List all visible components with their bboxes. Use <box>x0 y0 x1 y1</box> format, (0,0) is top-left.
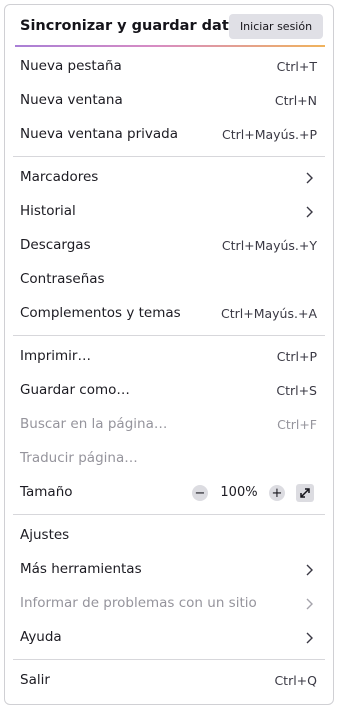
menu-item-shortcut: Ctrl+Q <box>274 673 317 688</box>
sync-header: Sincronizar y guardar datos Iniciar sesi… <box>5 5 333 47</box>
menu-item-shortcut: Ctrl+S <box>276 383 317 398</box>
chevron-right-icon <box>306 206 313 218</box>
menu-item-translate-page: Traducir página… <box>5 442 333 476</box>
menu-item-label: Complementos y temas <box>20 305 181 321</box>
menu-item-find-in-page: Buscar en la página… Ctrl+F <box>5 408 333 442</box>
menu-divider <box>13 156 325 157</box>
menu-item-shortcut: Ctrl+Mayús.+Y <box>221 238 317 253</box>
menu-item-report-site: Informar de problemas con un sitio <box>5 587 333 621</box>
menu-item-shortcut: Ctrl+N <box>274 93 317 108</box>
menu-item-label: Marcadores <box>20 169 99 185</box>
zoom-controls: − 100% + <box>189 483 319 503</box>
fullscreen-icon <box>300 488 310 498</box>
menu-item-label: Guardar como… <box>20 382 130 398</box>
fullscreen-button[interactable] <box>296 484 314 502</box>
menu-item-shortcut: Ctrl+Mayús.+P <box>222 127 317 142</box>
menu-item-label: Nueva ventana privada <box>20 126 179 142</box>
menu-item-label: Imprimir… <box>20 348 91 364</box>
menu-item-shortcut: Ctrl+P <box>276 349 317 364</box>
menu-item-history[interactable]: Historial <box>5 195 333 229</box>
chevron-right-icon <box>306 172 313 184</box>
menu-item-new-window[interactable]: Nueva ventana Ctrl+N <box>5 84 333 118</box>
menu-item-label: Ayuda <box>20 629 62 645</box>
menu-item-help[interactable]: Ayuda <box>5 621 333 655</box>
app-menu-panel: Sincronizar y guardar datos Iniciar sesi… <box>4 4 334 705</box>
sign-in-button[interactable]: Iniciar sesión <box>229 14 323 39</box>
menu-item-exit[interactable]: Salir Ctrl+Q <box>5 664 333 698</box>
menu-item-addons[interactable]: Complementos y temas Ctrl+Mayús.+A <box>5 297 333 331</box>
menu-item-label: Traducir página… <box>20 450 138 466</box>
chevron-right-icon <box>306 564 313 576</box>
menu-divider <box>13 335 325 336</box>
menu-item-label: Contraseñas <box>20 271 105 287</box>
menu-item-label: Salir <box>20 672 50 688</box>
menu-item-bookmarks[interactable]: Marcadores <box>5 161 333 195</box>
menu-item-label: Historial <box>20 203 76 219</box>
chevron-right-icon <box>306 632 313 644</box>
menu-item-label: Nueva pestaña <box>20 58 122 74</box>
menu-item-label: Descargas <box>20 237 91 253</box>
menu-item-settings[interactable]: Ajustes <box>5 519 333 553</box>
menu-item-save-as[interactable]: Guardar como… Ctrl+S <box>5 374 333 408</box>
menu-item-shortcut: Ctrl+T <box>276 59 317 74</box>
menu-item-more-tools[interactable]: Más herramientas <box>5 553 333 587</box>
menu-item-shortcut: Ctrl+F <box>277 417 317 432</box>
menu-item-label: Nueva ventana <box>20 92 123 108</box>
menu-item-print[interactable]: Imprimir… Ctrl+P <box>5 340 333 374</box>
sync-title: Sincronizar y guardar datos <box>20 18 248 34</box>
zoom-out-button[interactable]: − <box>192 485 208 501</box>
menu-divider <box>13 514 325 515</box>
menu-item-zoom: Tamaño − 100% + <box>5 476 333 510</box>
menu-item-downloads[interactable]: Descargas Ctrl+Mayús.+Y <box>5 229 333 263</box>
menu-item-new-private-window[interactable]: Nueva ventana privada Ctrl+Mayús.+P <box>5 118 333 152</box>
menu-item-label: Ajustes <box>20 527 70 543</box>
zoom-level-reset[interactable]: 100% <box>219 485 259 500</box>
menu-item-label: Más herramientas <box>20 561 142 577</box>
accent-divider <box>15 45 325 47</box>
chevron-right-icon <box>306 598 313 610</box>
menu-item-label: Informar de problemas con un sitio <box>20 595 257 611</box>
menu-item-new-tab[interactable]: Nueva pestaña Ctrl+T <box>5 50 333 84</box>
menu-item-label: Buscar en la página… <box>20 416 168 432</box>
zoom-in-button[interactable]: + <box>269 485 285 501</box>
zoom-label: Tamaño <box>20 484 73 500</box>
menu-item-shortcut: Ctrl+Mayús.+A <box>221 306 317 321</box>
menu-divider <box>13 659 325 660</box>
menu-item-passwords[interactable]: Contraseñas <box>5 263 333 297</box>
